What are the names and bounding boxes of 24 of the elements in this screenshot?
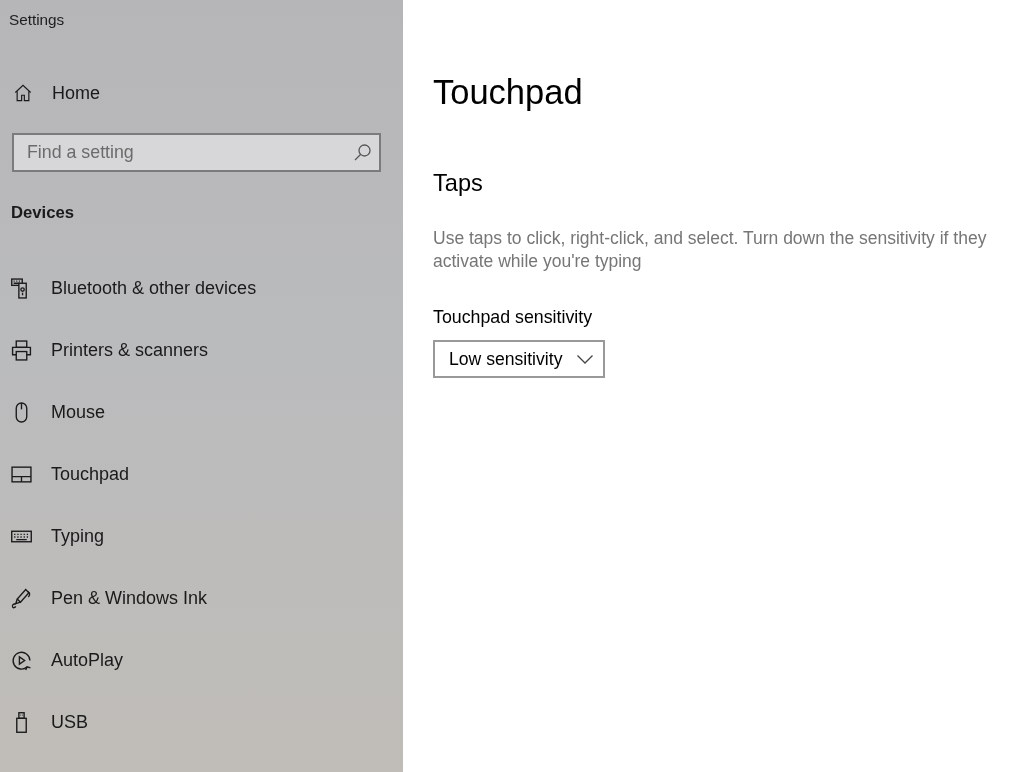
page-title: Touchpad (433, 72, 584, 112)
nav-item[interactable]: Bluetooth & other devices (0, 257, 257, 319)
home-link[interactable]: Home (0, 81, 100, 105)
dropdown-label: Touchpad sensitivity (433, 307, 594, 327)
home-icon (14, 84, 32, 102)
section-heading: Taps (433, 169, 484, 197)
section-description: Use taps to click, right-click, and select. Turn down the sensitivity if they activate while you're typing (433, 227, 988, 273)
play-circle-icon (11, 649, 32, 671)
chevron-down-icon (577, 354, 593, 364)
nav-item[interactable]: AutoPlay (0, 629, 124, 691)
nav-item[interactable]: Printers & scanners (0, 319, 209, 381)
nav-item[interactable]: Touchpad (0, 443, 130, 505)
nav-item[interactable]: Mouse (0, 381, 106, 443)
window-title: Settings (8, 10, 66, 29)
search-icon (354, 144, 371, 161)
section-title: Devices (11, 203, 76, 223)
printer-icon (11, 339, 32, 361)
nav-item[interactable]: Typing (0, 505, 105, 567)
touchpad-icon (11, 463, 32, 485)
search-field[interactable]: Find a setting (12, 133, 381, 172)
pen-icon (11, 587, 32, 609)
dropdown[interactable]: Low sensitivity (433, 340, 605, 378)
nav-item[interactable]: USB (0, 691, 88, 753)
nav-item[interactable]: Pen & Windows Ink (0, 567, 208, 629)
